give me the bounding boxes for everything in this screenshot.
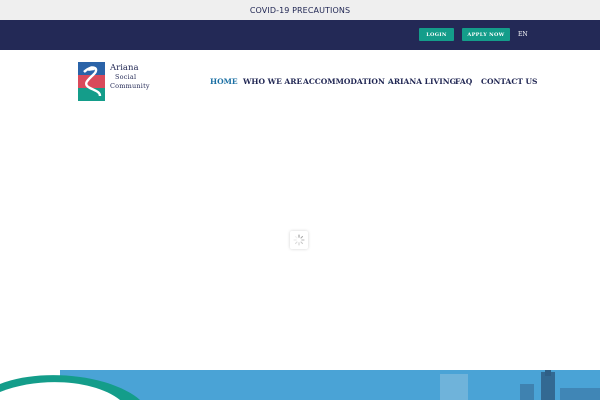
spinner-icon xyxy=(293,234,305,246)
nav-who-we-are[interactable]: WHO WE ARE xyxy=(243,75,302,87)
nav-contact-us-label: CONTACT US xyxy=(481,76,538,86)
logo-mark-icon xyxy=(78,62,105,101)
logo-line-2: Social xyxy=(115,73,137,81)
site-logo[interactable]: Ariana Social Community xyxy=(78,62,158,102)
announcement-bar: COVID-19 PRECAUTIONS xyxy=(0,0,600,20)
nav-home-label: HOME xyxy=(210,76,238,86)
hero-image-strip xyxy=(0,370,600,400)
apply-now-button[interactable]: APPLY NOW xyxy=(462,28,510,41)
logo-line-3: Community xyxy=(110,82,150,90)
nav-faq-label: FAQ xyxy=(455,76,473,86)
nav-ariana-living[interactable]: ARIANA LIVING xyxy=(388,75,456,87)
logo-wordmark: Ariana Social Community xyxy=(110,64,170,91)
language-selector[interactable]: EN xyxy=(518,28,528,41)
login-button[interactable]: LOGIN xyxy=(419,28,454,41)
nav-home[interactable]: HOME xyxy=(210,75,238,87)
covid-precautions-link[interactable]: COVID-19 PRECAUTIONS xyxy=(250,6,350,15)
nav-who-we-are-label: WHO WE ARE xyxy=(243,76,303,86)
nav-ariana-living-label: ARIANA LIVING xyxy=(388,76,457,86)
loading-spinner xyxy=(290,231,308,249)
nav-accommodation-label: ACCOMMODATION xyxy=(303,76,385,86)
logo-line-1: Ariana xyxy=(110,63,139,73)
nav-accommodation[interactable]: ACCOMMODATION ⌄ xyxy=(303,75,392,87)
top-utility-bar: LOGIN APPLY NOW EN xyxy=(0,20,600,50)
nav-contact-us[interactable]: CONTACT US xyxy=(481,75,537,87)
nav-faq[interactable]: FAQ xyxy=(455,75,472,87)
hero-background-graphic xyxy=(0,370,600,400)
site-header: Ariana Social Community HOME WHO WE ARE … xyxy=(0,50,600,110)
